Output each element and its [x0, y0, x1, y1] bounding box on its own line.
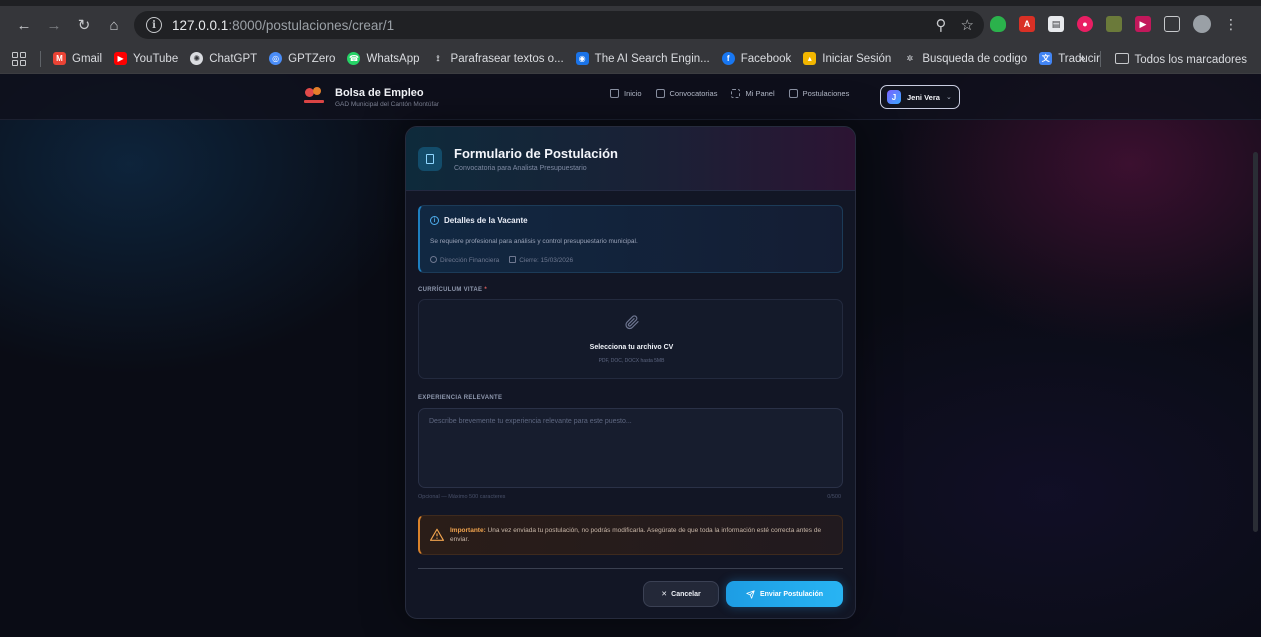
- chrome-menu-icon[interactable]: ⋮: [1224, 16, 1238, 33]
- upload-hint: PDF, DOC, DOCX hasta 5MB: [598, 358, 665, 364]
- bookmark-gptzero[interactable]: ◎ GPTZero: [269, 52, 335, 65]
- experience-hint: Opcional — Máximo 500 caracteres: [418, 494, 506, 500]
- back-icon[interactable]: ←: [12, 13, 36, 37]
- youtube-icon: ▶: [114, 52, 128, 65]
- bookmark-iniciar-sesion[interactable]: ▴ Iniciar Sesión: [803, 52, 891, 65]
- brand-title: Bolsa de Empleo: [335, 86, 424, 99]
- document-icon: [788, 89, 798, 98]
- whatsapp-icon: ☎: [347, 52, 361, 65]
- profile-avatar-icon[interactable]: [1193, 15, 1211, 33]
- bookmark-busqueda-codigo[interactable]: ✲ Busqueda de codigo: [903, 52, 1027, 65]
- chatgpt-icon: ✺: [190, 52, 204, 65]
- character-counter: 0/500: [827, 494, 841, 500]
- submit-application-button[interactable]: Enviar Postulación: [726, 581, 843, 607]
- brand[interactable]: Bolsa de Empleo GAD Municipal del Cantón…: [303, 86, 439, 108]
- gmail-icon: M: [53, 52, 66, 65]
- warning-notice: Importante: Una vez enviada tu postulaci…: [418, 515, 843, 555]
- shield-extension-icon[interactable]: [990, 16, 1006, 32]
- reload-icon[interactable]: ↻: [72, 13, 96, 37]
- form-subtitle: Convocatoria para Analista Presupuestari…: [454, 165, 587, 172]
- form-header: Formulario de Postulación Convocatoria p…: [406, 127, 855, 191]
- translate-icon: 文: [1039, 52, 1053, 65]
- app-header: Bolsa de Empleo GAD Municipal del Cantón…: [0, 74, 1261, 120]
- bookmark-star-icon[interactable]: ☆: [961, 16, 974, 34]
- page-scrollbar[interactable]: [1253, 152, 1258, 532]
- pdf-extension-icon[interactable]: A: [1019, 16, 1035, 32]
- user-menu-button[interactable]: J Jeni Vera ⌄: [880, 85, 960, 109]
- vacancy-department: Dirección Financiera: [430, 256, 499, 264]
- extensions-bar: A ▤ ● ▶ ⋮: [990, 15, 1238, 33]
- nav-inicio[interactable]: Inicio: [610, 89, 642, 98]
- cv-upload-dropzone[interactable]: Selecciona tu archivo CV PDF, DOC, DOCX …: [418, 299, 843, 379]
- bookmarks-overflow-button[interactable]: »: [1079, 53, 1085, 65]
- clipboard-extension-icon[interactable]: ▤: [1048, 16, 1064, 32]
- calendar-icon: [509, 256, 517, 263]
- home-icon: [610, 89, 619, 98]
- site-info-icon[interactable]: i: [146, 17, 162, 33]
- warning-text: Importante: Una vez enviada tu postulaci…: [450, 527, 822, 543]
- bookmark-chatgpt[interactable]: ✺ ChatGPT: [190, 52, 257, 65]
- bookmarks-separator: [1099, 51, 1101, 67]
- vacancy-description: Se requiere profesional para análisis y …: [430, 238, 638, 245]
- vacancy-heading: i Detalles de la Vacante: [430, 216, 528, 225]
- cv-label: CURRÍCULUM VITAE *: [418, 287, 487, 293]
- user-name: Jeni Vera: [907, 92, 940, 102]
- vacancy-deadline: Cierre: 15/03/2026: [509, 256, 573, 264]
- warning-icon: [430, 528, 444, 541]
- bookmark-youtube[interactable]: ▶ YouTube: [114, 52, 178, 65]
- all-bookmarks-button[interactable]: Todos los marcadores: [1114, 52, 1247, 66]
- url-text[interactable]: 127.0.0.1:8000/postulaciones/crear/1: [172, 18, 394, 33]
- code-search-icon: ✲: [906, 54, 914, 63]
- info-icon: i: [430, 216, 439, 225]
- bookmarks-separator: [40, 50, 41, 67]
- gptzero-icon: ◎: [269, 52, 283, 65]
- apps-grid-icon[interactable]: [12, 51, 26, 66]
- document-icon: [418, 147, 442, 171]
- home-icon[interactable]: ⌂: [102, 13, 126, 37]
- calendar-icon: [655, 89, 665, 98]
- address-bar[interactable]: i 127.0.0.1:8000/postulaciones/crear/1 ⚲…: [134, 11, 984, 39]
- record-extension-icon[interactable]: ●: [1077, 16, 1093, 32]
- main-nav: Inicio Convocatorias Mi Panel Postulacio…: [610, 89, 849, 98]
- bookmark-facebook[interactable]: f Facebook: [721, 52, 791, 65]
- dashboard-icon: [731, 89, 741, 98]
- bookmark-whatsapp[interactable]: ☎ WhatsApp: [347, 52, 420, 65]
- bookmark-parafrasear[interactable]: ⟟ Parafrasear textos o...: [432, 52, 564, 65]
- bookmark-ai-search[interactable]: ◉ The AI Search Engin...: [575, 52, 710, 65]
- bookmark-gmail[interactable]: M Gmail: [53, 52, 102, 65]
- upload-title: Selecciona tu archivo CV: [589, 344, 674, 351]
- nav-postulaciones[interactable]: Postulaciones: [788, 89, 849, 98]
- page-viewport: Bolsa de Empleo GAD Municipal del Cantón…: [0, 74, 1261, 637]
- facebook-icon: f: [721, 52, 735, 65]
- nav-mi-panel[interactable]: Mi Panel: [731, 89, 775, 98]
- paraphrase-icon: ⟟: [436, 53, 440, 63]
- application-form-card: Formulario de Postulación Convocatoria p…: [405, 126, 856, 619]
- experience-textarea[interactable]: [418, 408, 843, 488]
- login-icon: ▴: [803, 52, 817, 65]
- bookmarks-bar: M Gmail ▶ YouTube ✺ ChatGPT ◎ GPTZero ☎ Whats…: [0, 44, 1261, 74]
- brand-logo-icon: [303, 86, 325, 108]
- extension-icon[interactable]: [1106, 16, 1122, 32]
- vacancy-details: i Detalles de la Vacante Se requiere pro…: [418, 205, 843, 273]
- capture-extension-icon[interactable]: ▶: [1135, 16, 1151, 32]
- nav-convocatorias[interactable]: Convocatorias: [655, 89, 717, 98]
- vacancy-meta: Dirección Financiera Cierre: 15/03/2026: [430, 256, 573, 264]
- forward-icon[interactable]: →: [42, 13, 66, 37]
- extensions-puzzle-icon[interactable]: [1164, 16, 1180, 32]
- chevron-down-icon: ⌄: [945, 94, 952, 101]
- brand-subtitle: GAD Municipal del Cantón Montúfar: [335, 100, 440, 108]
- avatar: J: [887, 90, 901, 104]
- send-icon: [746, 589, 755, 599]
- form-title: Formulario de Postulación: [454, 146, 618, 161]
- folder-icon: [1114, 52, 1129, 64]
- paperclip-icon: [625, 315, 639, 330]
- cancel-button[interactable]: ✕ Cancelar: [643, 581, 719, 607]
- department-icon: [430, 256, 437, 263]
- browser-toolbar: ← → ↻ ⌂ i 127.0.0.1:8000/postulaciones/c…: [0, 6, 1261, 44]
- actions-divider: [418, 568, 843, 569]
- experience-label: EXPERIENCIA RELEVANTE: [418, 395, 503, 401]
- zoom-icon[interactable]: ⚲: [936, 16, 947, 34]
- close-icon: ✕: [661, 591, 668, 598]
- ai-search-icon: ◉: [575, 52, 589, 65]
